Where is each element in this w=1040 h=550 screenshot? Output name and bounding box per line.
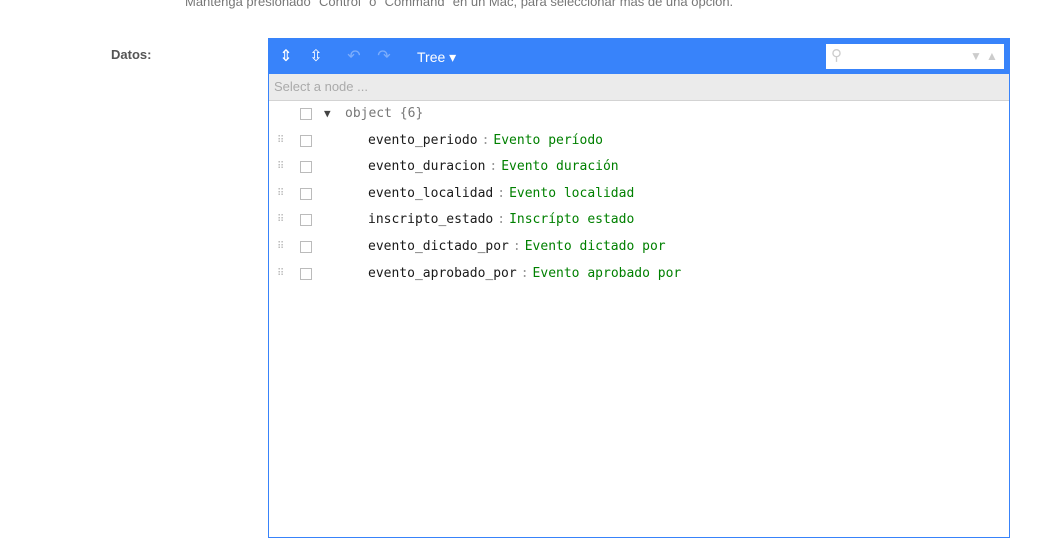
key-text[interactable]: evento_aprobado_por xyxy=(368,266,517,281)
help-text: Mantenga presionado "Control" o "Command… xyxy=(185,0,734,9)
field-value[interactable]: Evento dictado por xyxy=(525,239,666,254)
search-previous-icon[interactable]: ▲ xyxy=(986,49,998,63)
drag-handle-icon[interactable]: ⠿ xyxy=(277,234,284,260)
tree-row[interactable]: ⠿ inscripto_estado: Inscrípto estado xyxy=(269,207,1009,233)
checkbox[interactable] xyxy=(300,187,312,200)
separator: : xyxy=(489,159,498,175)
key-text[interactable]: evento_duracion xyxy=(368,159,485,174)
checkbox[interactable] xyxy=(300,214,312,227)
expand-all-icon[interactable]: ⇕ xyxy=(276,47,296,67)
field-value[interactable]: Evento localidad xyxy=(509,186,634,201)
collapse-triangle-icon[interactable]: ▼ xyxy=(324,101,331,127)
redo-icon[interactable]: ↷ xyxy=(374,47,394,67)
drag-handle-icon[interactable]: ⠿ xyxy=(277,154,284,180)
key-text[interactable]: inscripto_estado xyxy=(368,212,493,227)
tree-row[interactable]: ⠿ evento_localidad: Evento localidad xyxy=(269,181,1009,207)
checkbox[interactable] xyxy=(300,267,312,280)
root-row: ▼ object {6} xyxy=(269,101,1009,127)
checkbox[interactable] xyxy=(300,134,312,147)
json-editor: ⇕ ⇳ ↶ ↷ Tree ▾ ⚲ ▼ ▲ Select a node ... ▼… xyxy=(268,38,1010,538)
separator: : xyxy=(481,132,490,148)
separator: : xyxy=(497,185,506,201)
drag-handle-icon[interactable]: ⠿ xyxy=(277,128,284,154)
field-value[interactable]: Evento duración xyxy=(501,159,618,174)
navigation-bar[interactable]: Select a node ... xyxy=(269,74,1009,101)
separator: : xyxy=(512,239,521,254)
search-icon: ⚲ xyxy=(831,47,842,64)
tree-row[interactable]: ⠿ evento_periodo: Evento período xyxy=(269,128,1009,154)
field-value[interactable]: Evento período xyxy=(493,133,603,148)
editor-menu: ⇕ ⇳ ↶ ↷ Tree ▾ ⚲ ▼ ▲ xyxy=(269,39,1009,74)
key-text[interactable]: evento_periodo xyxy=(368,133,478,148)
key-text[interactable]: evento_dictado_por xyxy=(368,239,509,254)
field-key[interactable]: inscripto_estado: Inscrípto estado xyxy=(368,207,634,233)
datos-label: Datos: xyxy=(111,47,152,62)
mode-dropdown[interactable]: Tree ▾ xyxy=(417,49,456,66)
field-key[interactable]: evento_dictado_por: Evento dictado por xyxy=(368,234,666,260)
undo-icon[interactable]: ↶ xyxy=(344,47,364,67)
tree-row[interactable]: ⠿ evento_dictado_por: Evento dictado por xyxy=(269,234,1009,260)
tree-row[interactable]: ⠿ evento_duracion: Evento duración xyxy=(269,154,1009,180)
separator: : xyxy=(520,265,529,281)
drag-handle-icon[interactable]: ⠿ xyxy=(277,181,284,207)
search-next-icon[interactable]: ▼ xyxy=(970,49,982,63)
key-text[interactable]: evento_localidad xyxy=(368,186,493,201)
root-label: object {6} xyxy=(345,106,424,121)
separator: : xyxy=(497,212,506,228)
checkbox[interactable] xyxy=(300,161,312,174)
field-key[interactable]: evento_periodo: Evento período xyxy=(368,128,603,154)
checkbox[interactable] xyxy=(300,108,312,120)
collapse-all-icon[interactable]: ⇳ xyxy=(306,47,326,67)
field-key[interactable]: evento_localidad: Evento localidad xyxy=(368,181,634,207)
drag-handle-icon[interactable]: ⠿ xyxy=(277,207,284,233)
drag-handle-icon[interactable]: ⠿ xyxy=(277,261,284,287)
field-key[interactable]: evento_aprobado_por: Evento aprobado por xyxy=(368,261,681,287)
search-box[interactable]: ⚲ ▼ ▲ xyxy=(826,44,1004,69)
field-value[interactable]: Evento aprobado por xyxy=(533,266,682,281)
field-value[interactable]: Inscrípto estado xyxy=(509,212,634,227)
checkbox[interactable] xyxy=(300,241,312,253)
field-key[interactable]: evento_duracion: Evento duración xyxy=(368,154,619,180)
tree-row[interactable]: ⠿ evento_aprobado_por: Evento aprobado por xyxy=(269,261,1009,287)
